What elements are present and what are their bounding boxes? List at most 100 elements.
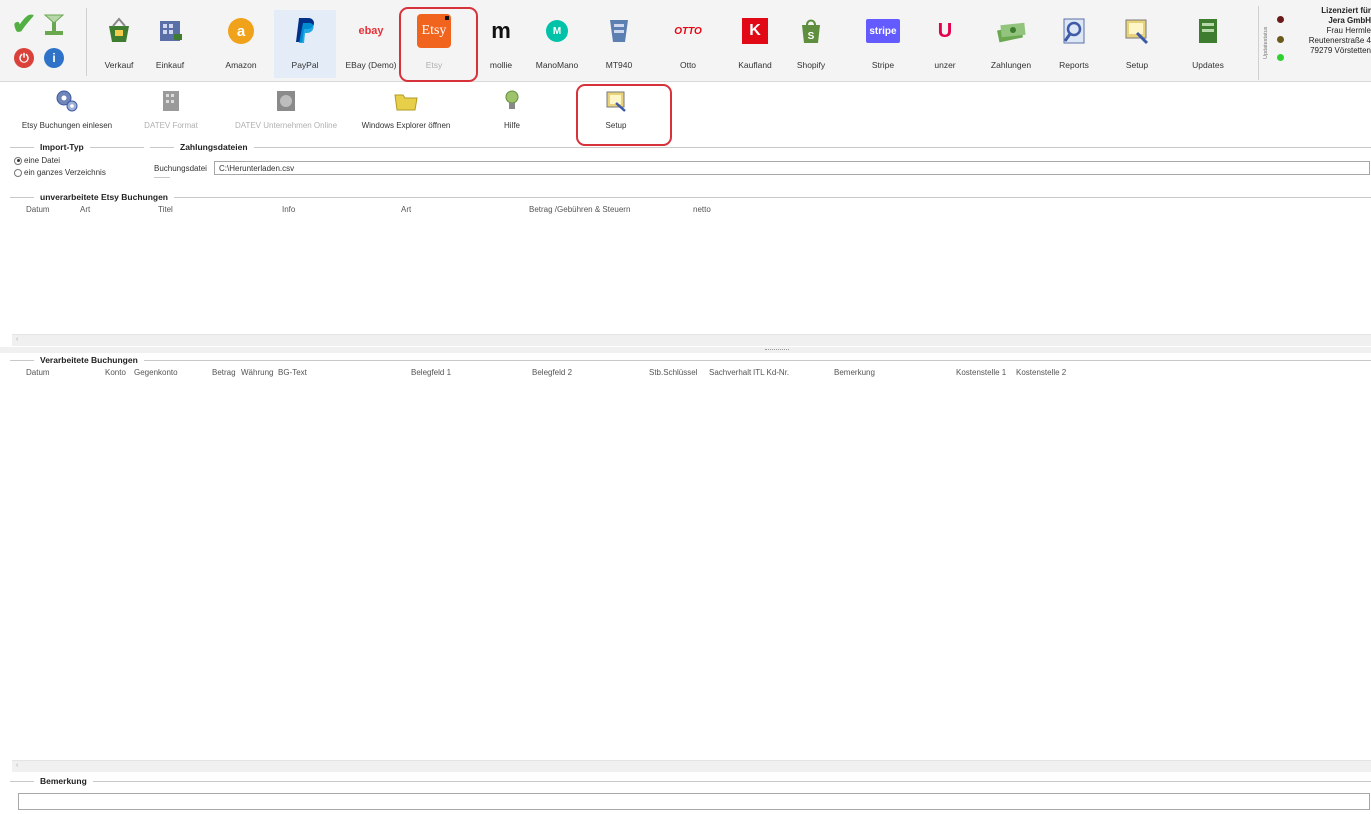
remark-title: Bemerkung xyxy=(40,776,87,786)
toolbar-ebay[interactable]: ebay EBay (Demo) xyxy=(340,12,402,74)
column-header[interactable]: Gegenkonto xyxy=(134,368,178,377)
toolbar-otto[interactable]: OTTO Otto xyxy=(657,12,719,74)
toolbar-label: mollie xyxy=(489,60,513,70)
sub-toolbar: Etsy Buchungen einlesen DATEV Format DAT… xyxy=(0,82,1371,146)
status-light-yellow xyxy=(1277,36,1284,43)
column-header[interactable]: Belegfeld 1 xyxy=(411,368,451,377)
toolbar-mollie[interactable]: m mollie xyxy=(470,12,532,74)
datev-online-icon xyxy=(273,88,299,114)
grid-splitter[interactable] xyxy=(0,347,1371,353)
manomano-logo-icon: M xyxy=(540,14,574,48)
info-icon[interactable]: i xyxy=(40,44,68,72)
unprocessed-hscrollbar[interactable]: ‹ xyxy=(12,334,1371,346)
radio-label: ein ganzes Verzeichnis xyxy=(24,168,106,177)
etsy-logo-box: Etsy xyxy=(417,14,451,48)
toolbar-manomano[interactable]: M ManoMano xyxy=(526,12,588,74)
column-header[interactable]: BG-Text xyxy=(278,368,307,377)
toolbar-label: Kaufland xyxy=(738,60,772,70)
toolbar-mt940[interactable]: MT940 xyxy=(588,12,650,74)
column-header[interactable]: netto xyxy=(693,205,711,214)
toolbar-label: PayPal xyxy=(291,60,319,70)
updates-book-icon xyxy=(1191,14,1225,48)
radio-ganzes-verzeichnis[interactable]: ein ganzes Verzeichnis xyxy=(14,168,106,177)
toolbar-setup[interactable]: Setup xyxy=(1106,12,1168,74)
sub-label: Windows Explorer öffnen xyxy=(361,121,451,130)
toolbar-stripe[interactable]: stripe Stripe xyxy=(852,12,914,74)
bank-cup-icon xyxy=(602,14,636,48)
column-header[interactable]: Art xyxy=(401,205,411,214)
hilfe-button[interactable]: Hilfe xyxy=(494,88,530,136)
etsy-logo-text: Etsy xyxy=(421,23,447,38)
building-icon xyxy=(158,88,184,114)
column-header[interactable]: Kostenstelle 2 xyxy=(1016,368,1066,377)
toolbar-etsy[interactable]: Etsy Etsy xyxy=(403,12,465,74)
toolbar-unzer[interactable]: U unzer xyxy=(914,12,976,74)
scroll-left-icon[interactable]: ‹ xyxy=(16,336,18,343)
update-status-label: Updatestatus xyxy=(1263,26,1269,60)
windows-explorer-button[interactable]: Windows Explorer öffnen xyxy=(350,88,462,136)
radio-button[interactable] xyxy=(14,156,22,165)
toolbar-label: Einkauf xyxy=(155,60,185,70)
license-contact: Frau Hermle xyxy=(1326,26,1371,35)
processed-hscrollbar[interactable]: ‹ xyxy=(12,760,1371,772)
radio-button[interactable] xyxy=(14,168,22,177)
toolbar-zahlungen[interactable]: Zahlungen xyxy=(980,12,1042,74)
confirm-check-icon[interactable]: ✔ xyxy=(10,8,38,41)
unprocessed-grid-header: Datum Art Titel Info Art Betrag /Gebühre… xyxy=(12,204,1371,216)
main-toolbar: ✔ ⏻ i Verkauf Einkauf a Amazon PayPal eb… xyxy=(0,0,1371,82)
unprocessed-grid[interactable]: Datum Art Titel Info Art Betrag /Gebühre… xyxy=(12,204,1371,332)
toolbar-label: Stripe xyxy=(871,60,895,70)
remark-input[interactable] xyxy=(18,793,1370,810)
toolbar-kaufland[interactable]: K Kaufland xyxy=(724,12,786,74)
license-panel: Updatestatus Lizenziert für Jera GmbH Fr… xyxy=(1258,6,1371,80)
etsy-buchungen-einlesen-button[interactable]: Etsy Buchungen einlesen xyxy=(12,88,122,136)
column-header[interactable]: Art xyxy=(80,205,90,214)
column-header[interactable]: Info xyxy=(282,205,295,214)
paypal-logo-icon xyxy=(288,14,322,48)
toolbar-label: ManoMano xyxy=(535,60,579,70)
column-header[interactable]: Konto xyxy=(105,368,126,377)
mollie-logo-icon: m xyxy=(484,14,518,48)
column-header[interactable]: Währung xyxy=(241,368,273,377)
cart-building-icon xyxy=(153,14,187,48)
column-header[interactable]: Betrag /Gebühren & Steuern xyxy=(529,205,630,214)
column-header[interactable]: Titel xyxy=(158,205,173,214)
unzer-logo-text: U xyxy=(937,19,953,42)
kaufland-logo-text: K xyxy=(742,18,768,44)
radio-eine-datei[interactable]: eine Datei xyxy=(14,156,60,165)
column-header[interactable]: Stb.Schlüssel xyxy=(649,368,697,377)
toolbar-label: Setup xyxy=(1125,60,1149,70)
setup-button[interactable]: Setup xyxy=(596,88,636,136)
sub-label: Hilfe xyxy=(503,121,520,130)
scale-icon[interactable] xyxy=(40,10,68,38)
toolbar-einkauf[interactable]: Einkauf xyxy=(139,12,201,74)
power-icon[interactable]: ⏻ xyxy=(10,44,38,72)
toolbar-updates[interactable]: Updates xyxy=(1177,12,1239,74)
stripe-logo-text: stripe xyxy=(866,19,900,43)
quick-actions: ✔ ⏻ i xyxy=(8,8,80,76)
column-header[interactable]: Betrag xyxy=(212,368,236,377)
buchungsdatei-input[interactable]: C:\Herunterladen.csv xyxy=(214,161,1370,175)
shopping-basket-icon xyxy=(102,14,136,48)
toolbar-shopify[interactable]: S Shopify xyxy=(780,12,842,74)
license-street: Reutenerstraße 4 xyxy=(1308,36,1371,45)
toolbar-amazon[interactable]: a Amazon xyxy=(210,12,272,74)
toolbar-paypal[interactable]: PayPal xyxy=(274,10,336,78)
scroll-left-icon[interactable]: ‹ xyxy=(16,762,18,769)
column-header[interactable]: ITL Kd-Nr. xyxy=(753,368,789,377)
column-header[interactable]: Sachverhalt xyxy=(709,368,751,377)
buchungsdatei-label: Buchungsdatei xyxy=(154,164,207,173)
column-header[interactable]: Kostenstelle 1 xyxy=(956,368,1006,377)
toolbar-reports[interactable]: Reports xyxy=(1043,12,1105,74)
field-underline xyxy=(154,177,170,178)
money-bills-icon xyxy=(994,14,1028,48)
column-header[interactable]: Datum xyxy=(26,368,50,377)
license-heading: Lizenziert für xyxy=(1321,6,1371,15)
datev-format-button[interactable]: DATEV Format xyxy=(134,88,208,136)
datev-online-button[interactable]: DATEV Unternehmen Online xyxy=(226,88,346,136)
column-header[interactable]: Belegfeld 2 xyxy=(532,368,572,377)
column-header[interactable]: Datum xyxy=(26,205,50,214)
column-header[interactable]: Bemerkung xyxy=(834,368,875,377)
processed-grid[interactable]: Datum Konto Gegenkonto Betrag Währung BG… xyxy=(12,367,1371,759)
toolbar-label: Verkauf xyxy=(104,60,134,70)
